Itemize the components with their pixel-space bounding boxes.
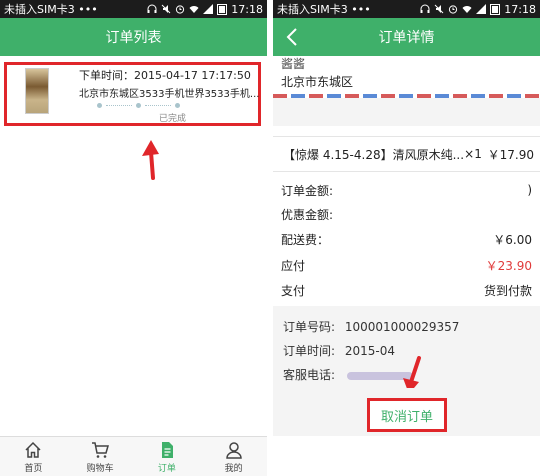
fee-value: ￥6.00 (493, 232, 532, 247)
signal-icon (203, 4, 214, 14)
bottom-action-area: 取消订单 (273, 388, 540, 436)
fee-value: ) (527, 183, 532, 197)
progress-indicator (97, 103, 180, 108)
tab-label: 订单 (157, 463, 176, 474)
fee-label: 支付 (281, 283, 306, 298)
headphone-icon (420, 4, 430, 13)
shipping-address: 酱酱 北京市东城区 (273, 56, 540, 94)
tab-home[interactable]: 首页 (0, 437, 67, 476)
order-time: 下单时间：2015-04-17 17:17:50 (79, 69, 251, 82)
battery-icon (217, 3, 228, 15)
item-name: 【惊爆 4.15-4.28】清风原木纯... (283, 147, 465, 162)
signal-icon (476, 4, 487, 14)
item-qty: ×1 (464, 147, 482, 161)
recipient-name: 酱酱 (281, 57, 306, 71)
section-gap (273, 98, 540, 126)
cart-icon (92, 441, 110, 458)
order-icon (161, 441, 173, 458)
back-arrow-icon[interactable] (281, 25, 305, 49)
tab-profile[interactable]: 我的 (200, 437, 267, 476)
clock-text: 17:18 (231, 2, 263, 16)
order-amount-row: 订单金额: ) (273, 178, 540, 202)
order-time-value: 2015-04 (344, 344, 396, 358)
order-number-row: 订单号码: 100001000029357 (283, 320, 460, 334)
tab-label: 首页 (24, 463, 43, 474)
headphone-icon (147, 4, 157, 13)
carrier-text: 未插入SIM卡3 ••• (4, 3, 98, 16)
status-bar: 未插入SIM卡3 ••• 17:18 (0, 0, 267, 18)
fee-label: 配送费： (281, 232, 330, 247)
order-detail-screen: 未插入SIM卡3 ••• 17:18 订单详情 酱酱 北京市东城区 【惊爆 4.… (273, 0, 540, 476)
cancel-order-button[interactable]: 取消订单 (367, 398, 447, 432)
tab-label: 我的 (224, 463, 243, 474)
wifi-icon (462, 5, 472, 13)
home-icon (25, 441, 41, 458)
tab-cart[interactable]: 购物车 (67, 437, 134, 476)
tab-orders[interactable]: 订单 (134, 437, 201, 476)
payable-row: 应付 ￥23.90 (273, 253, 540, 277)
alarm-icon (449, 5, 458, 14)
mute-icon (434, 4, 444, 14)
service-phone-row: 客服电话: (283, 366, 413, 383)
nav-bar: 订单详情 (273, 18, 540, 56)
bottom-tab-bar: 首页 购物车 订单 我的 (0, 436, 267, 476)
page-title: 订单列表 (105, 30, 162, 46)
order-item-row[interactable]: 【惊爆 4.15-4.28】清风原木纯... ×1 ￥17.90 (273, 136, 540, 172)
order-number-value: 100001000029357 (344, 320, 460, 334)
discount-row: 优惠金额: (273, 202, 540, 226)
order-status: 已完成 (159, 114, 187, 124)
address-city: 北京市东城区 (281, 75, 354, 89)
carrier-text: 未插入SIM卡3 ••• (277, 3, 371, 16)
alarm-icon (176, 5, 185, 14)
status-bar: 未插入SIM卡3 ••• 17:18 (273, 0, 540, 18)
tab-label: 购物车 (86, 463, 114, 474)
clock-text: 17:18 (504, 2, 536, 16)
product-thumbnail (25, 68, 49, 114)
item-price: ￥17.90 (487, 147, 534, 162)
fee-label: 订单金额: (281, 183, 334, 198)
wifi-icon (189, 5, 199, 13)
fee-value: ￥23.90 (485, 258, 532, 273)
order-list-item[interactable]: 下单时间：2015-04-17 17:17:50 北京市东城区3533手机世界3… (4, 62, 261, 126)
annotation-arrow (142, 140, 159, 180)
delivery-fee-row: 配送费： ￥6.00 (273, 227, 540, 251)
payment-method-row: 支付 货到付款 (273, 278, 540, 302)
user-icon (225, 441, 242, 459)
order-address: 北京市东城区3533手机世界3533手机... (79, 89, 260, 100)
status-icons: 17:18 (147, 3, 263, 16)
page-title: 订单详情 (378, 30, 435, 46)
nav-bar: 订单列表 (0, 18, 267, 56)
battery-icon (490, 3, 501, 15)
fee-label: 应付 (281, 258, 306, 273)
order-list-screen: 未插入SIM卡3 ••• 17:18 订单列表 下单时间：2015-04-17 … (0, 0, 267, 476)
fee-label: 优惠金额: (281, 207, 334, 222)
status-icons: 17:18 (420, 3, 536, 16)
mute-icon (161, 4, 171, 14)
fee-value: 货到付款 (483, 283, 532, 298)
order-time-row: 订单时间: 2015-04 (283, 344, 396, 358)
